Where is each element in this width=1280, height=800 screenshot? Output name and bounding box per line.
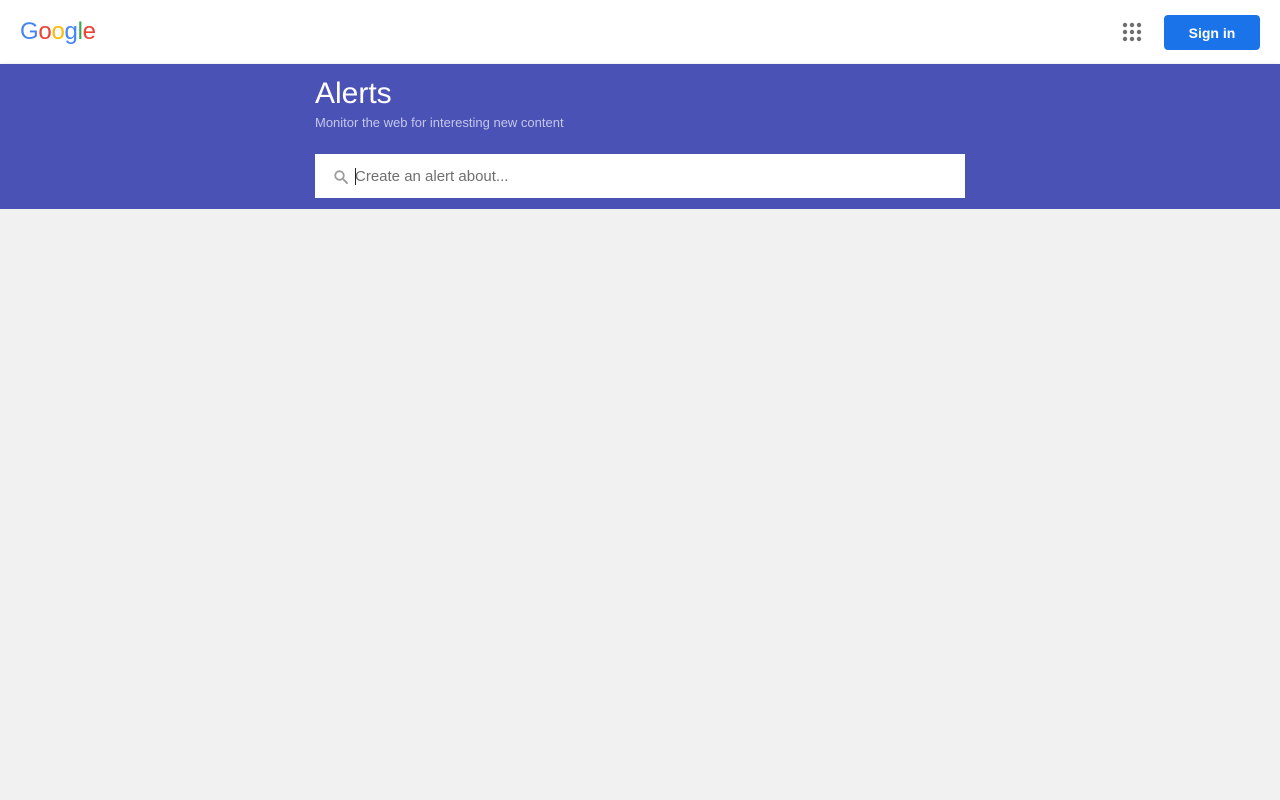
logo-letter: g [64, 18, 78, 45]
alert-query-input[interactable] [355, 154, 955, 198]
logo-letter: o [38, 18, 52, 45]
alert-search-box[interactable] [315, 154, 965, 198]
logo-letter: e [82, 18, 96, 45]
google-logo[interactable]: G o o g l e [20, 17, 96, 47]
alerts-banner: Alerts Monitor the web for interesting n… [0, 64, 1280, 209]
logo-letter: G [20, 18, 39, 45]
page-title: Alerts [315, 77, 392, 110]
main-content-area [0, 209, 1280, 800]
apps-grid-icon[interactable] [1116, 16, 1148, 48]
top-bar: G o o g l e Sign in [0, 0, 1280, 64]
search-icon [333, 169, 349, 185]
page-subtitle: Monitor the web for interesting new cont… [315, 115, 564, 130]
sign-in-button[interactable]: Sign in [1164, 15, 1260, 50]
logo-letter: o [51, 18, 65, 45]
text-caret [355, 168, 356, 185]
